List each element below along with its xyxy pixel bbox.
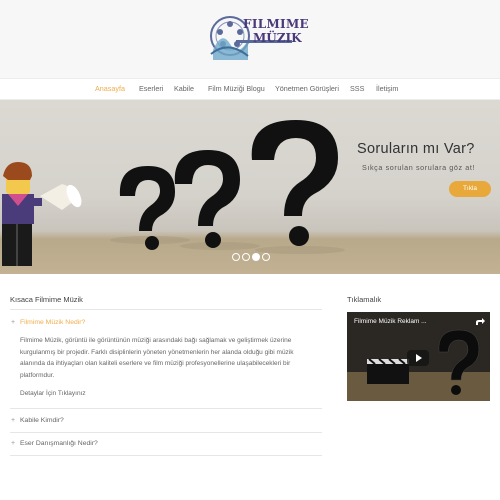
logo-subtitle: MÜZIK	[253, 31, 302, 45]
divider	[10, 432, 322, 433]
play-icon	[416, 354, 422, 362]
plus-icon: +	[11, 440, 16, 447]
slider-dot-3[interactable]	[252, 253, 260, 261]
nav-item-iletisim[interactable]: İletişim	[376, 84, 398, 93]
nav-item-yonetmen[interactable]: Yönetmen Görüşleri	[275, 84, 339, 93]
plus-icon: +	[11, 319, 16, 326]
divider	[10, 309, 322, 310]
divider	[10, 408, 322, 409]
accordion-label: Kabile Kimdir?	[20, 417, 64, 424]
video-section-title: Tıklamalık	[347, 295, 382, 304]
nav-item-anasayfa[interactable]: Anasayfa	[95, 84, 125, 93]
slider-dot-1[interactable]	[232, 253, 240, 261]
slider-dot-2[interactable]	[242, 253, 250, 261]
banner-cta-button[interactable]: Tıkla	[449, 181, 491, 197]
slider-dot-4[interactable]	[262, 253, 270, 261]
logo-title: FILMIME	[243, 17, 309, 31]
nav-item-kabile[interactable]: Kabile	[174, 84, 194, 93]
accordion-body: Filmime Müzik, görüntü ile görüntünün mü…	[20, 337, 294, 379]
accordion-label: Eser Danışmanlığı Nedir?	[20, 440, 98, 447]
nav-item-blog[interactable]: Film Müziği Blogu	[208, 84, 265, 93]
question-marks-illustration	[2, 120, 345, 266]
video-player[interactable]: Filmime Müzik Reklam ...	[347, 312, 490, 401]
video-title: Filmime Müzik Reklam ...	[354, 318, 427, 325]
divider	[10, 455, 322, 456]
accordion-item-danismanlik[interactable]: + Eser Danışmanlığı Nedir?	[10, 436, 322, 454]
nav-item-sss[interactable]: SSS	[350, 84, 364, 93]
banner-title: Soruların mı Var?	[357, 141, 475, 157]
main-nav: Anasayfa Eserleri Kabile Film Müziği Blo…	[0, 78, 500, 100]
hero-slider[interactable]: Soruların mı Var? Sıkça sorulan sorulara…	[0, 100, 500, 274]
nav-item-eserleri[interactable]: Eserleri	[139, 84, 163, 93]
accordion-item-nedir[interactable]: + Filmime Müzik Nedir?	[10, 315, 322, 333]
details-link[interactable]: Detaylar İçin Tıklayınız	[20, 390, 86, 397]
share-icon[interactable]	[475, 317, 485, 327]
accordion-item-kabile[interactable]: + Kabile Kimdir?	[10, 413, 322, 431]
accordion-label: Filmime Müzik Nedir?	[20, 319, 86, 326]
banner-subtitle: Sıkça sorulan sorulara göz at!	[362, 163, 476, 172]
about-section-title: Kısaca Filmime Müzik	[10, 295, 83, 304]
plus-icon: +	[11, 417, 16, 424]
site-header: FILMIME MÜZIK	[0, 0, 500, 78]
play-button[interactable]	[407, 350, 429, 366]
